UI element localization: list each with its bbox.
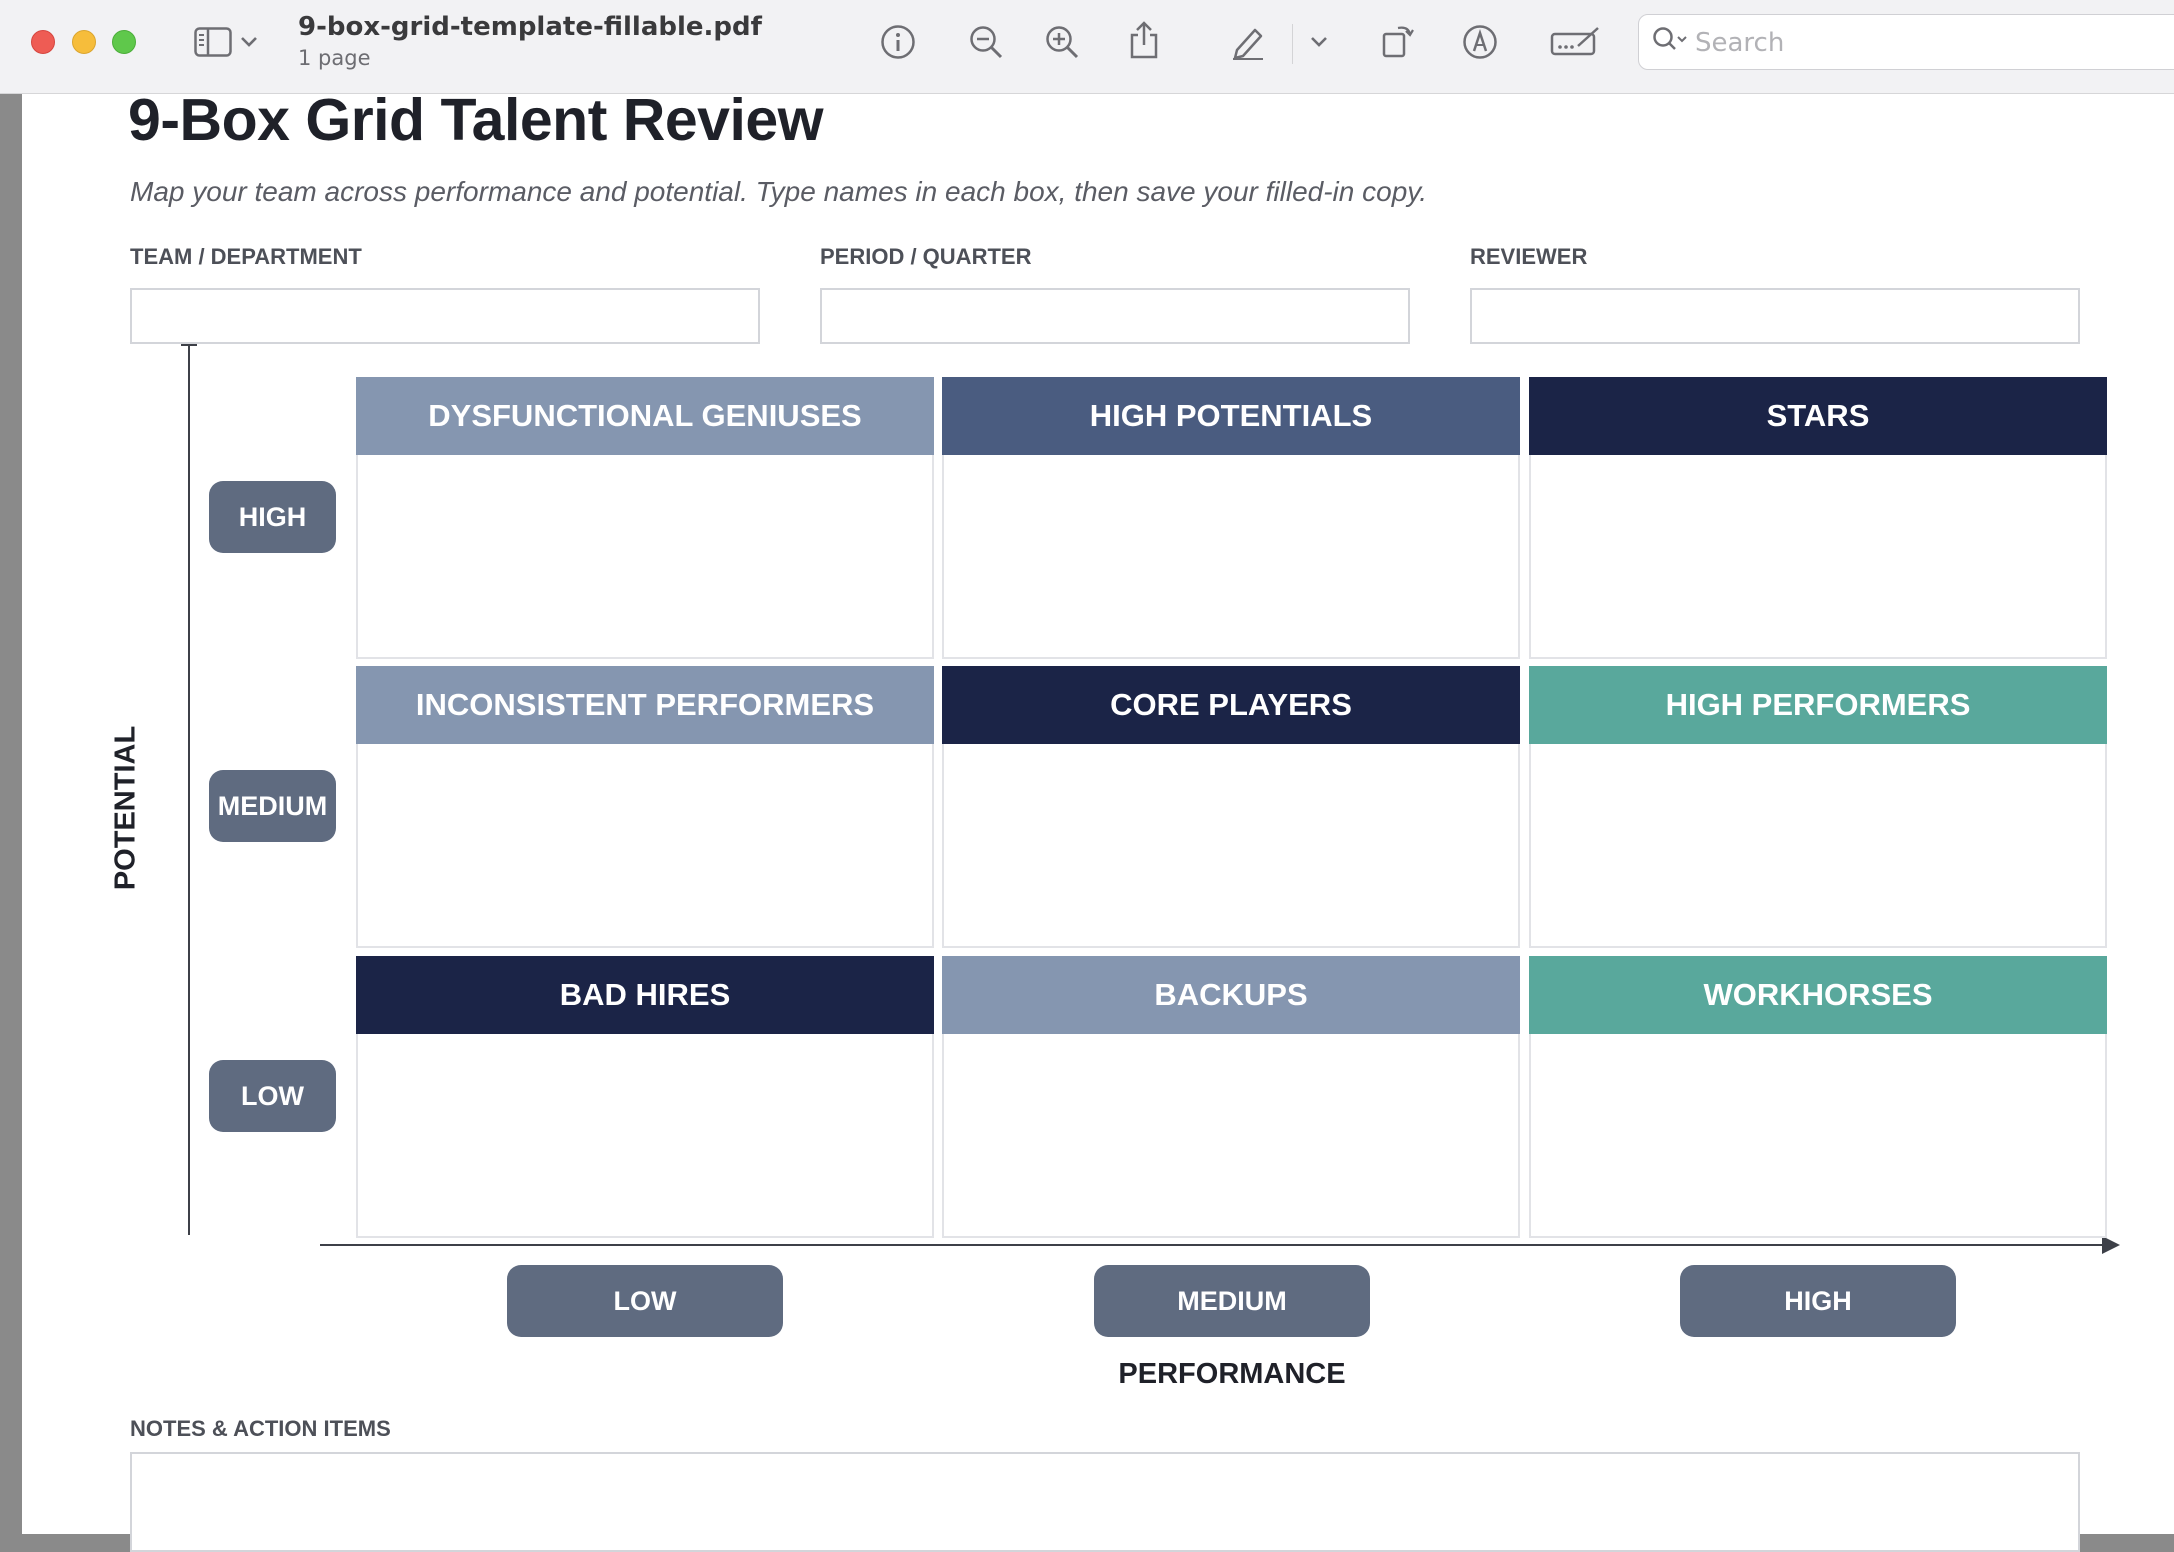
grid-cell-header: WORKHORSES [1529,956,2107,1034]
grid-cell-input[interactable] [1531,1034,2105,1236]
team-department-label: TEAM / DEPARTMENT [130,244,362,269]
grid-cell-inconsistent-performers: INCONSISTENT PERFORMERS [356,666,934,948]
grid-cell-header: BAD HIRES [356,956,934,1034]
grid-cell-workhorses: WORKHORSES [1529,956,2107,1238]
team-department-field[interactable] [130,288,760,344]
period-quarter-label: PERIOD / QUARTER [820,244,1032,269]
performance-axis-line [320,1244,2114,1246]
grid-cell-backups: BACKUPS [942,956,1520,1238]
grid-cell-header: HIGH PERFORMERS [1529,666,2107,744]
performance-high-label: HIGH [1680,1265,1956,1337]
grid-cell-input[interactable] [944,744,1518,946]
grid-cell-header: INCONSISTENT PERFORMERS [356,666,934,744]
notes-label: NOTES & ACTION ITEMS [130,1416,391,1441]
performance-medium-label: MEDIUM [1094,1265,1370,1337]
potential-axis-line [188,345,190,1235]
potential-axis-title: POTENTIAL [109,725,142,891]
grid-cell-bad-hires: BAD HIRES [356,956,934,1238]
grid-cell-dysfunctional-geniuses: DYSFUNCTIONAL GENIUSES [356,377,934,659]
notes-field[interactable] [130,1452,2080,1552]
grid-cell-header: DYSFUNCTIONAL GENIUSES [356,377,934,455]
grid-cell-header: HIGH POTENTIALS [942,377,1520,455]
grid-cell-header: CORE PLAYERS [942,666,1520,744]
grid-cell-input[interactable] [358,744,932,946]
grid-cell-high-potentials: HIGH POTENTIALS [942,377,1520,659]
potential-low-label: LOW [209,1060,336,1132]
performance-low-label: LOW [507,1265,783,1337]
page-subtitle: Map your team across performance and pot… [130,176,1427,207]
grid-cell-header: BACKUPS [942,956,1520,1034]
grid-cell-input[interactable] [944,455,1518,657]
period-quarter-field[interactable] [820,288,1410,344]
grid-cell-input[interactable] [358,455,932,657]
grid-cell-core-players: CORE PLAYERS [942,666,1520,948]
grid-cell-input[interactable] [944,1034,1518,1236]
grid-cell-input[interactable] [358,1034,932,1236]
grid-cell-header: STARS [1529,377,2107,455]
axis-arrow-icon [2102,1236,2120,1254]
page-title: 9-Box Grid Talent Review [128,87,824,153]
grid-cell-stars: STARS [1529,377,2107,659]
reviewer-field[interactable] [1470,288,2080,344]
grid-cell-high-performers: HIGH PERFORMERS [1529,666,2107,948]
grid-cell-input[interactable] [1531,455,2105,657]
pdf-page: 9-Box Grid Talent Review Map your team a… [22,87,2174,1552]
potential-medium-label: MEDIUM [209,770,336,842]
performance-axis-title: PERFORMANCE [1118,1358,1346,1390]
reviewer-label: REVIEWER [1470,244,1588,269]
grid-cell-input[interactable] [1531,744,2105,946]
potential-high-label: HIGH [209,481,336,553]
